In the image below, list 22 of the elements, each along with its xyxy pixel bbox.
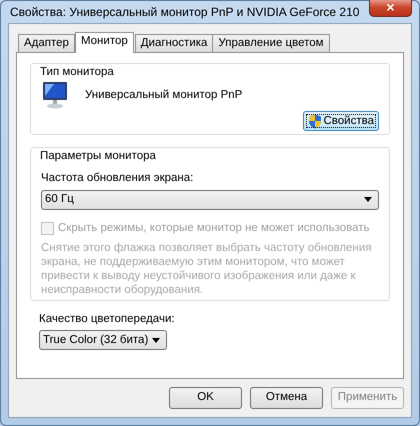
color-quality-label: Качество цветопередачи:	[39, 312, 176, 327]
tab[interactable]: Управление цветом	[212, 34, 330, 52]
tab[interactable]: Монитор	[74, 32, 134, 53]
tab[interactable]: Диагностика	[134, 34, 214, 52]
properties-button[interactable]: Свойства	[302, 111, 379, 132]
shield-icon	[308, 114, 322, 129]
monitor-icon	[41, 81, 69, 110]
hint-text: Снятие этого флажка позволяет выбрать частоту обновления экрана, не поддерживаемую этим монитором, что может привести к выводу неустойчивого изображения или даже к неисправности оборудования.	[41, 241, 372, 297]
dialog-button[interactable]: Отмена	[250, 387, 323, 409]
refresh-rate-label: Частота обновления экрана:	[41, 170, 194, 186]
color-quality-dropdown[interactable]: True Color (32 бита)	[39, 330, 167, 350]
caret-icon	[364, 197, 372, 202]
group-legend: Параметры монитора	[38, 149, 158, 164]
checkbox-label: Скрыть режимы, которые монитор не может использовать	[58, 220, 370, 236]
caret-icon	[152, 338, 160, 343]
close-button[interactable]: ×	[369, 0, 412, 16]
dialog-button[interactable]: OK	[169, 387, 242, 409]
group-legend: Тип монитора	[38, 65, 116, 79]
tab[interactable]: Адаптер	[18, 34, 75, 52]
monitor-name: Универсальный монитор PnP	[85, 88, 242, 103]
window-title: Свойства: Универсальный монитор PnP и NVIDIA GeForce 210	[9, 4, 360, 21]
refresh-rate-dropdown[interactable]: 60 Гц	[41, 190, 379, 210]
